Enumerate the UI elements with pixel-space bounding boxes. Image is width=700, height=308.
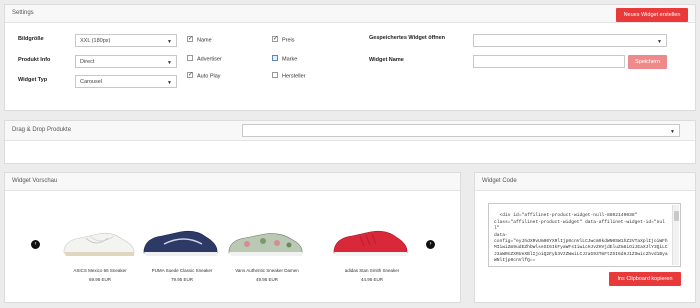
product-price: 69.95 EUR [88, 277, 111, 282]
widget-code-header: Widget Code [475, 173, 695, 191]
checkbox-auto-play-label: Auto Play [197, 73, 221, 80]
speichern-button[interactable]: Speichern [628, 55, 667, 69]
carousel-prev-button[interactable]: ‹ [31, 240, 40, 249]
checkbox-empty-icon [272, 72, 278, 78]
product-image[interactable] [60, 222, 138, 262]
product-price: 44.95 EUR [360, 277, 383, 282]
product-image[interactable] [225, 222, 305, 262]
checkbox-preis-label: Preis [282, 37, 295, 44]
widget-code-text: <div id="affilinet-product-widget-null-8… [494, 213, 668, 264]
checkbox-auto-play[interactable]: ✓ Auto Play [187, 72, 221, 80]
widget-code-title: Widget Code [482, 178, 517, 184]
checkbox-hersteller-label: Hersteller [282, 73, 306, 80]
scrollbar-thumb[interactable] [674, 211, 679, 221]
bildgroesse-select[interactable]: XXL (180px) ▼ [75, 34, 177, 47]
checkbox-empty-icon [187, 55, 193, 61]
checkbox-empty-icon [272, 55, 278, 61]
widget-typ-label: Widget Typ [18, 77, 48, 83]
carousel-next-button[interactable]: › [426, 240, 435, 249]
product-price: 49.95 EUR [255, 277, 278, 282]
dragdrop-product-select[interactable]: ▼ [242, 124, 680, 137]
checkbox-name[interactable]: ✓ Name [187, 36, 212, 44]
checkbox-advertiser-label: Advertiser [197, 56, 222, 63]
settings-title: Settings [12, 10, 34, 16]
product-image[interactable] [140, 222, 220, 262]
checkbox-name-label: Name [197, 37, 212, 44]
clipboard-copy-button[interactable]: Ins Clipboard kopieren [609, 272, 681, 286]
gespeichertes-widget-select[interactable]: ▼ [473, 34, 667, 47]
check-icon: ✓ [272, 36, 279, 42]
widget-preview-header: Widget Vorschau [5, 173, 460, 191]
settings-header: Settings [5, 5, 695, 23]
check-icon: ✓ [187, 72, 194, 78]
checkbox-hersteller[interactable]: Hersteller [272, 72, 306, 80]
checkbox-advertiser[interactable]: Advertiser [187, 55, 222, 63]
chevron-down-icon: ▼ [167, 60, 172, 66]
product-name: adidas Stan Smith Sneaker [344, 268, 400, 273]
scrollbar[interactable] [672, 205, 679, 265]
widget-name-input[interactable] [473, 55, 625, 68]
produkt-info-label: Produkt Info [18, 57, 51, 63]
chevron-down-icon: ▼ [670, 129, 675, 135]
chevron-down-icon: ▼ [167, 80, 172, 86]
check-icon: ✓ [187, 36, 194, 42]
product-name: ASICS Mexico 66 Sneaker [73, 268, 127, 273]
widget-code-textarea[interactable]: <div id="affilinet-product-widget-null-8… [488, 203, 681, 267]
widget-typ-value: Carousel [80, 79, 103, 85]
chevron-down-icon: ▼ [657, 39, 662, 45]
checkbox-marke-label: Marke [282, 56, 298, 63]
checkbox-preis[interactable]: ✓ Preis [272, 36, 295, 44]
product-price: 79.95 EUR [170, 277, 193, 282]
product-name: Vans Authentic Sneaker Damen [235, 268, 299, 273]
chevron-down-icon: ▼ [167, 39, 172, 45]
produkt-info-value: Direct [80, 59, 95, 65]
product-name: PUMA Suede Classic Sneaker [151, 268, 213, 273]
product-image[interactable] [330, 222, 410, 262]
bildgroesse-label: Bildgröße [18, 36, 44, 42]
dragdrop-title: Drag & Drop Produkte [12, 127, 72, 133]
produkt-info-select[interactable]: Direct ▼ [75, 55, 177, 68]
widget-preview-title: Widget Vorschau [12, 178, 58, 184]
widget-typ-select[interactable]: Carousel ▼ [75, 75, 177, 88]
new-widget-button[interactable]: Neues Widget erstellen [616, 8, 688, 22]
widget-name-label: Widget Name [369, 57, 404, 63]
checkbox-marke[interactable]: Marke [272, 55, 298, 63]
bildgroesse-value: XXL (180px) [80, 38, 111, 44]
gespeichertes-widget-label: Gespeichertes Widget öffnen [369, 35, 446, 41]
